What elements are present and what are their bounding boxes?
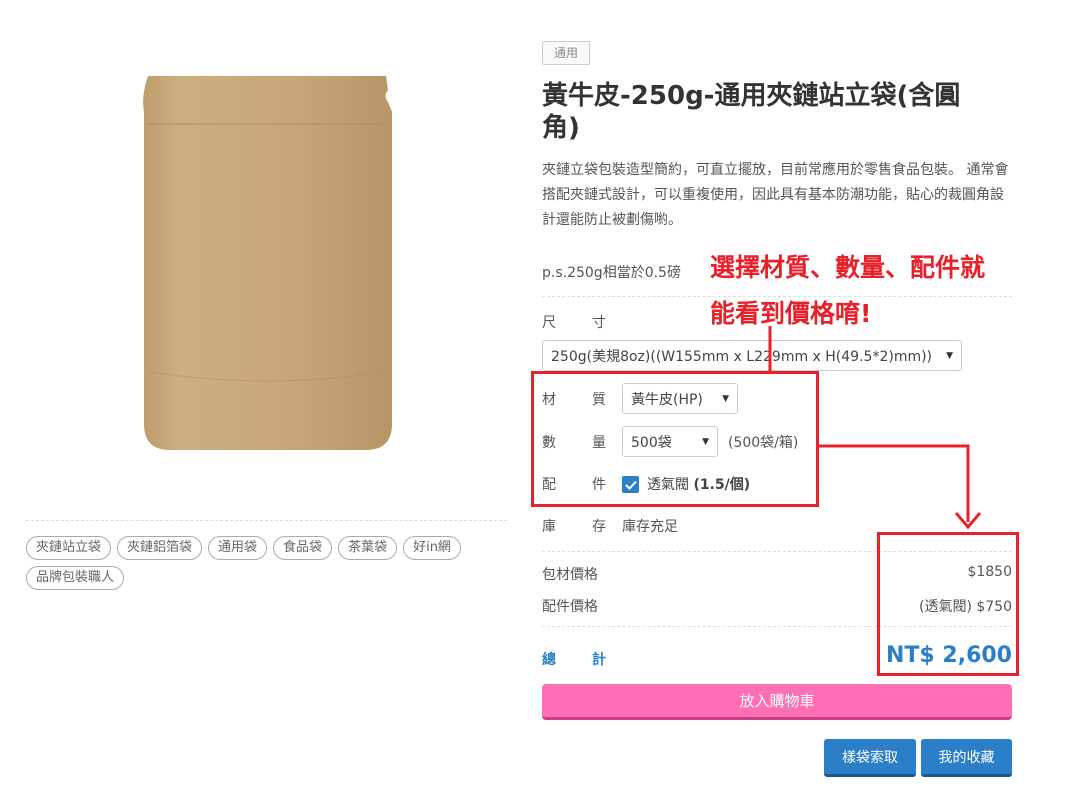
options-highlight-box [531,371,819,507]
sample-request-button[interactable]: 樣袋索取 [824,739,916,777]
size-select-value: 250g(美規8oz)((W155mm x L229mm x H(49.5*2)… [551,348,933,365]
weight-note: p.s.250g相當於0.5磅 [542,265,681,281]
tag-link[interactable]: 夾鏈站立袋 [26,536,112,560]
total-label: 總計 [542,652,606,668]
stock-value: 庫存充足 [622,519,678,535]
product-title: 黃牛皮-250g-通用夾鏈站立袋(含圓角) [542,81,961,143]
accessory-price-label: 配件價格 [542,599,598,615]
size-label: 尺寸 [542,315,606,331]
annotation-connector [819,444,970,522]
tag-list: 夾鏈站立袋 夾鏈鋁箔袋 通用袋 食品袋 茶葉袋 好in網 品牌包裝職人 [26,536,507,590]
favorites-button[interactable]: 我的收藏 [921,739,1012,777]
category-badge[interactable]: 通用 [542,41,591,65]
tag-link[interactable]: 食品袋 [273,536,333,560]
stock-label: 庫存 [542,519,606,535]
package-price-label: 包材價格 [542,567,598,583]
annotation-text-line2: 能看到價格唷! [710,299,872,328]
size-select[interactable]: 250g(美規8oz)((W155mm x L229mm x H(49.5*2)… [542,340,962,371]
caret-down-icon: ▼ [946,350,953,361]
tag-link[interactable]: 品牌包裝職人 [26,566,125,590]
tag-link[interactable]: 好in網 [403,536,461,560]
tags-divider [26,520,507,521]
product-description: 夾鏈立袋包裝造型簡約，可直立擺放，目前常應用於零售食品包裝。 通常會搭配夾鏈式設… [542,162,1009,228]
add-to-cart-button[interactable]: 放入購物車 [542,684,1012,720]
product-image [140,72,394,454]
tag-link[interactable]: 茶葉袋 [338,536,398,560]
arrow-down-icon [954,512,982,530]
annotation-text-line1: 選擇材質、數量、配件就 [710,253,986,282]
price-highlight-box [877,532,1019,676]
tag-link[interactable]: 通用袋 [208,536,268,560]
tag-link[interactable]: 夾鏈鋁箔袋 [117,536,203,560]
